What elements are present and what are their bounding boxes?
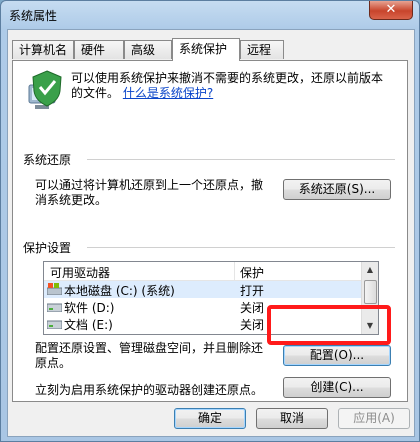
scrollbar-thumb[interactable] [364, 280, 377, 304]
system-restore-group-title: 系统还原 [23, 151, 78, 168]
drive-icon [47, 303, 62, 312]
tab-advanced[interactable]: 高级 [124, 40, 172, 59]
configure-description: 配置还原设置、管理磁盘空间，并且删除还原点。 [35, 341, 264, 370]
tab-system-protection[interactable]: 系统保护 [172, 38, 240, 61]
tab-label: 计算机名 [19, 43, 68, 57]
configure-button[interactable]: 配置(O)... [283, 345, 391, 366]
title-bar[interactable]: 系统属性 ✕ [1, 1, 419, 29]
configure-highlight-box [267, 305, 391, 345]
column-separator [234, 262, 235, 280]
protection-status: 打开 [240, 284, 265, 298]
system-protection-panel: 可以使用系统保护来撤消不需要的系统更改，还原以前版本的文件。 什么是系统保护? … [12, 60, 408, 402]
create-description: 立刻为启用系统保护的驱动器创建还原点。 [35, 383, 264, 397]
protection-settings-group-title: 保护设置 [23, 239, 78, 256]
drive-icon [47, 320, 62, 329]
tab-computer-name[interactable]: 计算机名 [12, 40, 74, 59]
group-divider [87, 247, 395, 248]
intro-text: 可以使用系统保护来撤消不需要的系统更改，还原以前版本的文件。 什么是系统保护? [71, 71, 391, 101]
tab-label: 系统保护 [179, 42, 228, 56]
system-drive-icon [47, 283, 62, 295]
intro-description: 可以使用系统保护来撤消不需要的系统更改，还原以前版本的文件。 [71, 71, 384, 100]
tab-label: 硬件 [81, 43, 106, 57]
tab-label: 远程 [247, 43, 272, 57]
tab-hardware[interactable]: 硬件 [74, 40, 124, 59]
create-button[interactable]: 创建(C)... [283, 377, 391, 398]
drive-name: 本地磁盘 (C:) (系统) [64, 284, 175, 298]
close-icon: ✕ [385, 2, 397, 17]
ok-button[interactable]: 确定 [174, 408, 246, 429]
dialog-client: 计算机名 硬件 高级 系统保护 远程 可以使用系统保护来撤消不需要的系统更改，还… [7, 29, 415, 437]
column-header-protection[interactable]: 保护 [240, 264, 264, 281]
what-is-system-protection-link[interactable]: 什么是系统保护? [123, 86, 213, 100]
tab-remote[interactable]: 远程 [240, 40, 284, 59]
system-restore-description: 可以通过将计算机还原到上一个还原点，撤消系统更改。 [35, 178, 264, 207]
system-restore-button[interactable]: 系统还原(S)... [283, 179, 391, 200]
column-header-drive[interactable]: 可用驱动器 [50, 264, 110, 281]
drive-name: 文档 (E:) [64, 318, 113, 332]
cancel-button[interactable]: 取消 [256, 408, 328, 429]
window-title: 系统属性 [9, 9, 58, 23]
scroll-up-icon[interactable]: ▲ [362, 262, 378, 278]
protection-status: 关闭 [240, 301, 265, 315]
tab-label: 高级 [131, 43, 156, 57]
close-button[interactable]: ✕ [369, 1, 413, 20]
system-properties-window: 系统属性 ✕ 计算机名 硬件 高级 系统保护 远程 可以使用系统保护来撤消不需要… [0, 0, 420, 442]
table-row[interactable]: 本地磁盘 (C:) (系统) 打开 [44, 281, 362, 298]
system-protection-icon [28, 70, 62, 109]
protection-status: 关闭 [240, 318, 265, 332]
apply-button[interactable]: 应用(A) [338, 408, 410, 429]
group-divider [87, 159, 395, 160]
drives-list-header: 可用驱动器 保护 [44, 262, 362, 281]
drive-name: 软件 (D:) [64, 301, 115, 315]
